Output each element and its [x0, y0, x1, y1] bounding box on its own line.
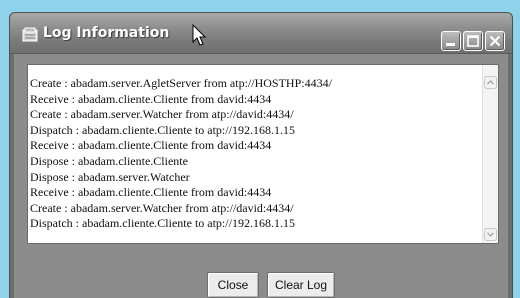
close-button[interactable]: Close — [207, 272, 259, 298]
scroll-up-button[interactable] — [484, 76, 497, 89]
window-title: Log Information — [43, 25, 170, 41]
mouse-pointer-icon — [192, 24, 207, 46]
log-line: Dispatch : abadam.cliente.Cliente to atp… — [30, 122, 295, 137]
log-line: Create : abadam.server.Watcher from atp:… — [30, 107, 294, 122]
maximize-icon — [467, 35, 479, 47]
log-line: Receive : abadam.cliente.Cliente from da… — [30, 138, 272, 153]
minimize-icon — [446, 43, 455, 46]
log-information-window: Log Information Create : abadam.server.A… — [9, 12, 513, 298]
close-icon — [489, 35, 501, 47]
clear-log-button[interactable]: Clear Log — [267, 272, 335, 298]
log-line: Receive : abadam.cliente.Cliente from da… — [30, 91, 272, 106]
dialog-client-area: Create : abadam.server.AgletServer from … — [14, 54, 508, 298]
log-list: Create : abadam.server.AgletServer from … — [30, 76, 332, 232]
log-text-area[interactable]: Create : abadam.server.AgletServer from … — [27, 64, 499, 244]
minimize-button[interactable] — [441, 31, 461, 51]
scroll-down-button[interactable] — [484, 228, 497, 241]
maximize-button[interactable] — [463, 31, 483, 51]
chevron-up-icon — [487, 80, 494, 85]
log-line: Dispose : abadam.cliente.Cliente — [30, 153, 188, 168]
log-line: Dispatch : abadam.cliente.Cliente to atp… — [30, 216, 295, 231]
log-line: Receive : abadam.cliente.Cliente from da… — [30, 185, 272, 200]
title-bar[interactable]: Log Information — [10, 13, 512, 54]
log-line: Create : abadam.server.AgletServer from … — [30, 76, 332, 90]
log-line: Dispose : abadam.server.Watcher — [30, 169, 190, 184]
chevron-down-icon — [487, 232, 494, 237]
app-icon — [22, 27, 38, 43]
vertical-scrollbar[interactable] — [482, 65, 498, 243]
log-line: Create : abadam.server.Watcher from atp:… — [30, 200, 294, 215]
close-window-button[interactable] — [485, 31, 505, 51]
